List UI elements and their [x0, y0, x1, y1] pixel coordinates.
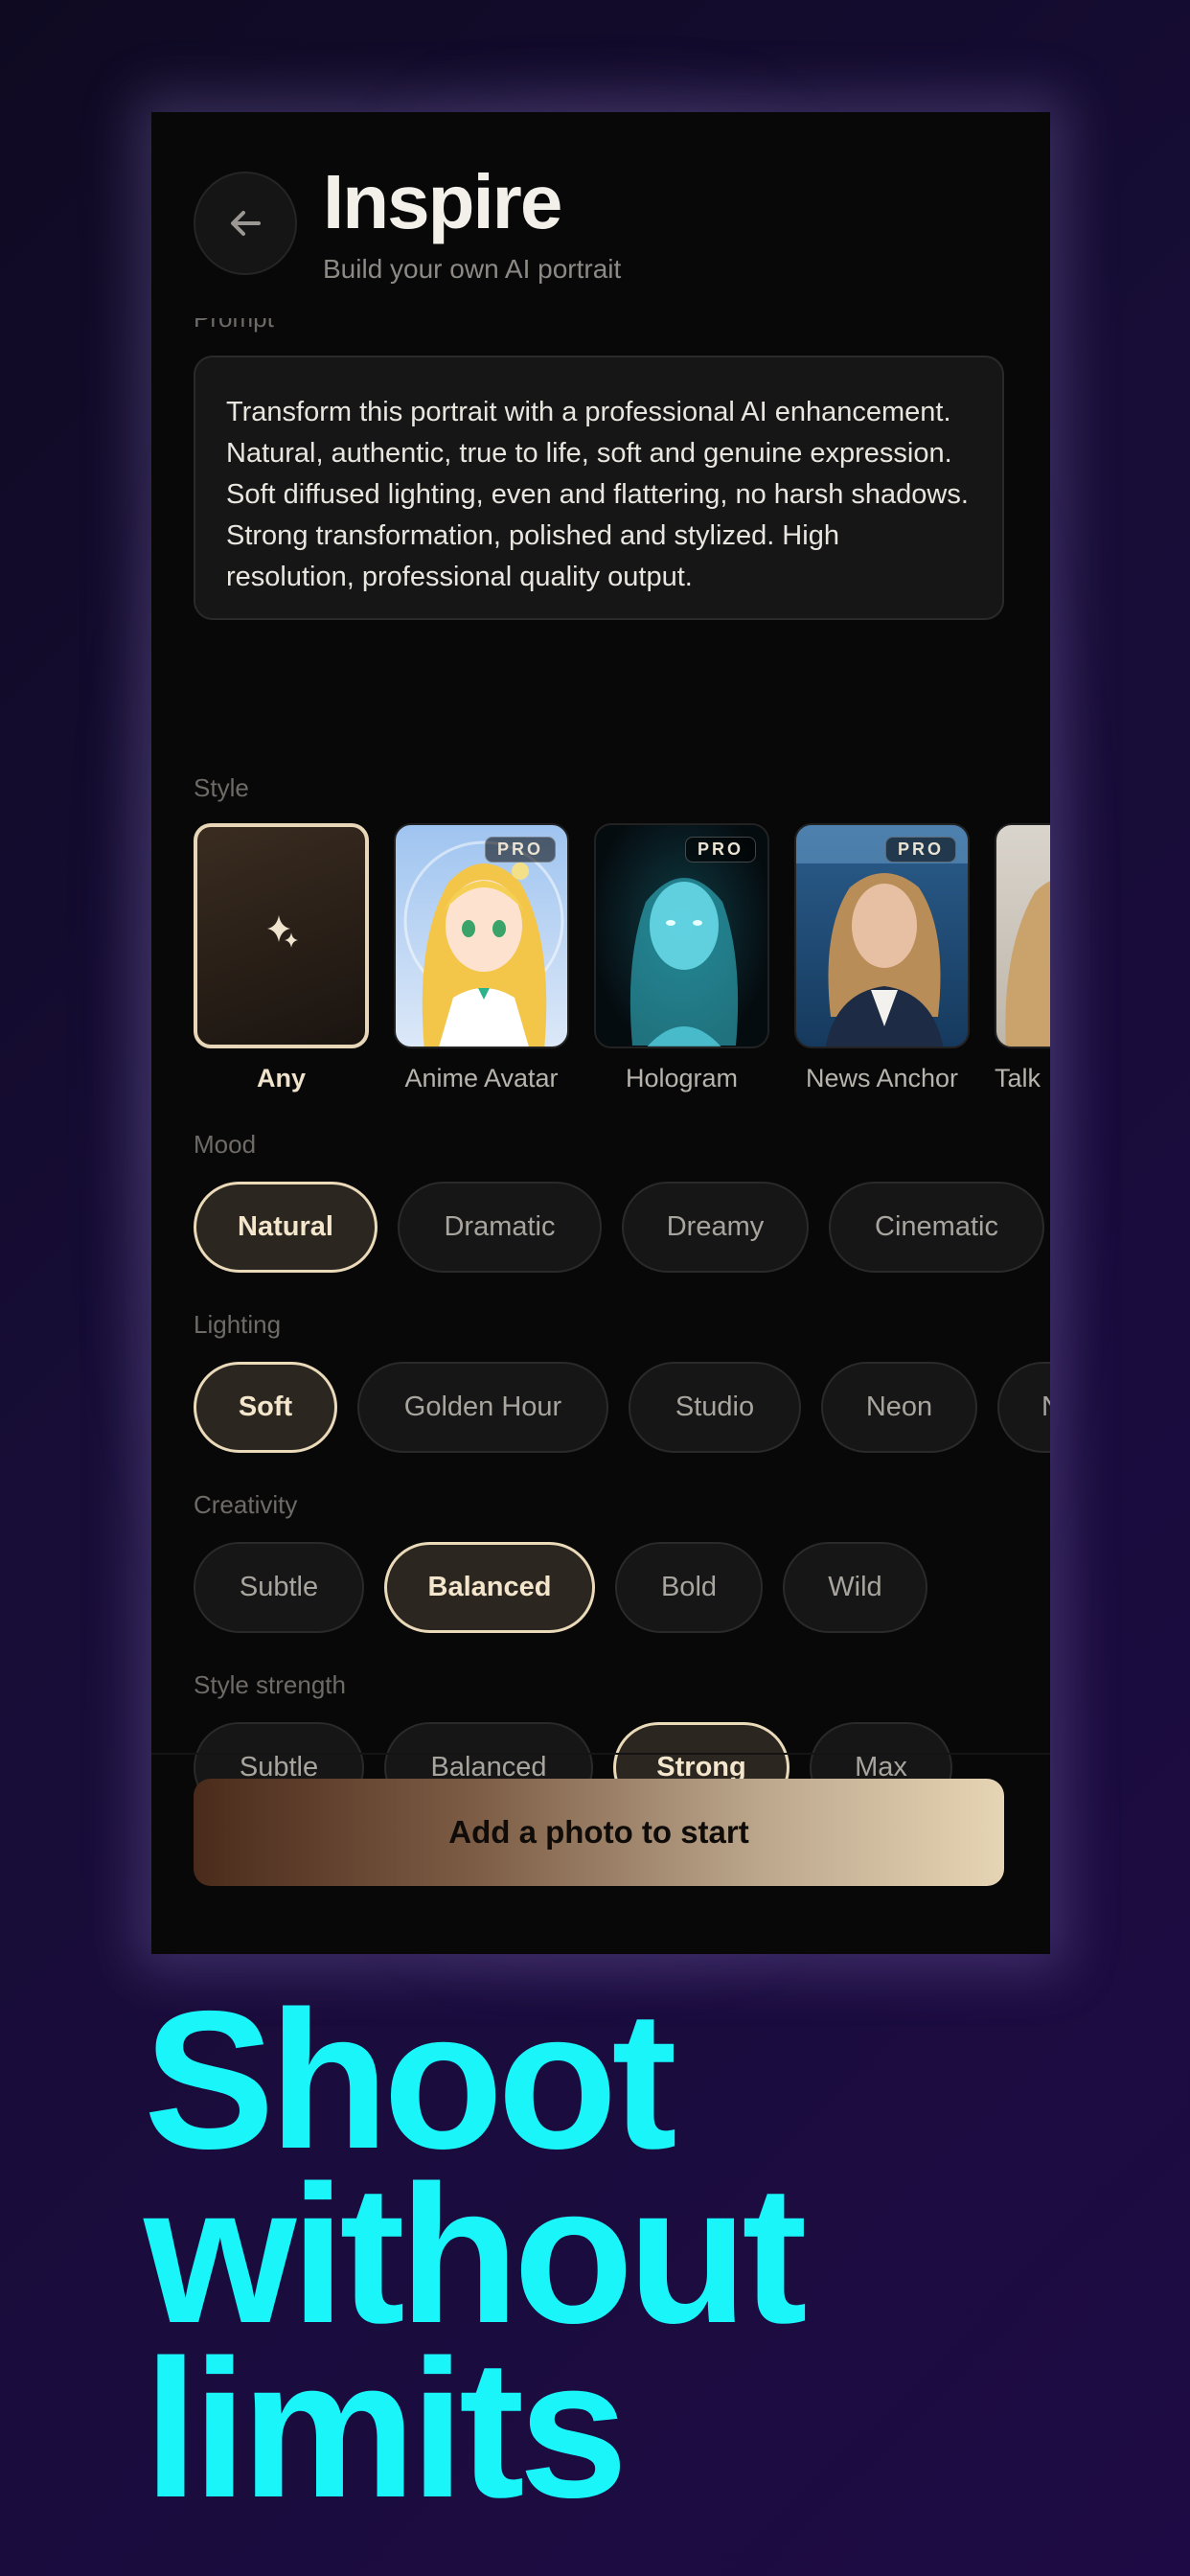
- lighting-chip-soft[interactable]: Soft: [194, 1362, 337, 1453]
- lighting-label: Lighting: [194, 1310, 282, 1339]
- headline-line-2: without: [144, 2145, 808, 2364]
- lighting-chip-studio[interactable]: Studio: [629, 1362, 801, 1453]
- footer-divider: [151, 1753, 1050, 1755]
- style-thumb-anime-avatar: PRO: [394, 823, 569, 1048]
- mood-chip-dreamy[interactable]: Dreamy: [622, 1182, 809, 1273]
- style-name-talk: Talk: [995, 1064, 1041, 1092]
- style-strength-label: Style strength: [194, 1670, 346, 1699]
- style-thumb-hologram: PRO: [594, 823, 769, 1048]
- style-option-anime-avatar[interactable]: PRO Anime Avatar: [394, 823, 569, 1093]
- back-button[interactable]: [194, 172, 297, 275]
- page-subtitle: Build your own AI portrait: [323, 254, 622, 284]
- style-option-talk[interactable]: Talk: [995, 823, 1050, 1093]
- lighting-chip-neon[interactable]: Neon: [821, 1362, 977, 1453]
- style-option-news-anchor[interactable]: PRO News Anchor: [794, 823, 970, 1093]
- pro-badge: PRO: [684, 837, 756, 862]
- pro-badge: PRO: [884, 837, 956, 862]
- pro-badge: PRO: [484, 837, 556, 862]
- style-option-any[interactable]: Any: [194, 823, 369, 1093]
- style-name-any: Any: [256, 1064, 306, 1092]
- style-thumb-any: [194, 823, 369, 1048]
- style-name-anime-avatar: Anime Avatar: [404, 1064, 559, 1092]
- sparkle-icon: [267, 915, 298, 948]
- mood-label: Mood: [194, 1130, 257, 1159]
- prompt-textarea[interactable]: Transform this portrait with a professio…: [194, 356, 1004, 620]
- mood-chip-dramatic[interactable]: Dramatic: [398, 1182, 602, 1273]
- style-name-news-anchor: News Anchor: [805, 1064, 959, 1092]
- style-label: Style: [194, 773, 249, 802]
- talk-portrait-image: [1005, 881, 1050, 1046]
- page-title: Inspire: [323, 159, 562, 244]
- lighting-chip-golden-hour[interactable]: Golden Hour: [357, 1362, 608, 1453]
- phone-screen: Inspire Build your own AI portrait Promp…: [151, 112, 1050, 1954]
- mood-chip-natural[interactable]: Natural: [194, 1182, 378, 1273]
- headline-line-3: limits: [144, 2319, 628, 2539]
- style-name-hologram: Hologram: [625, 1064, 739, 1092]
- style-thumb-news-anchor: PRO: [794, 823, 970, 1048]
- creativity-chip-wild[interactable]: Wild: [783, 1542, 927, 1633]
- lighting-chip-partial[interactable]: N: [997, 1362, 1050, 1453]
- style-thumb-talk: [995, 823, 1050, 1048]
- mood-chip-cinematic[interactable]: Cinematic: [829, 1182, 1044, 1273]
- style-carousel[interactable]: Any PRO Anime Avatar PRO Hologram PRO Ne…: [194, 823, 1050, 1111]
- creativity-chip-bold[interactable]: Bold: [615, 1542, 763, 1633]
- add-photo-button[interactable]: Add a photo to start: [194, 1779, 1004, 1886]
- creativity-chip-balanced[interactable]: Balanced: [384, 1542, 595, 1633]
- style-option-hologram[interactable]: PRO Hologram: [594, 823, 769, 1093]
- header: Inspire Build your own AI portrait: [151, 112, 1050, 318]
- creativity-chip-subtle[interactable]: Subtle: [194, 1542, 364, 1633]
- headline-line-1: Shoot: [144, 1970, 677, 2190]
- creativity-label: Creativity: [194, 1490, 298, 1519]
- arrow-left-icon: [231, 211, 261, 236]
- marketing-headline: Shoot without limits: [144, 1970, 1102, 2539]
